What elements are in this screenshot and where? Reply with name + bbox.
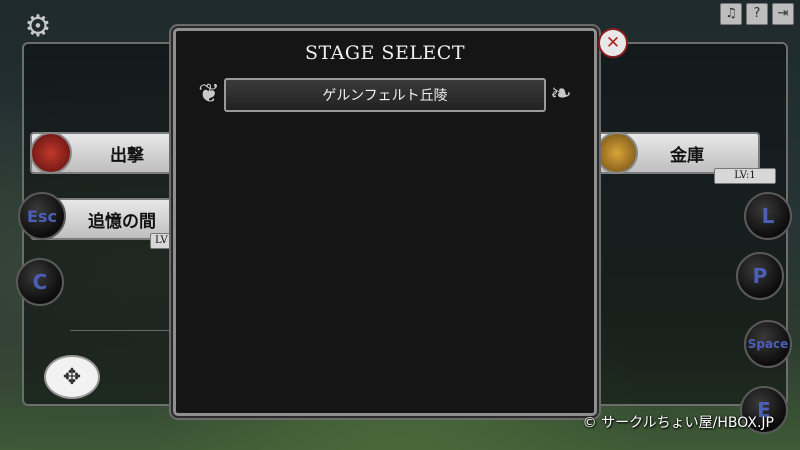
dialog-title: STAGE SELECT: [304, 42, 466, 64]
copyright-text: © サークルちょい屋/HBOX.JP: [582, 415, 774, 431]
close-icon[interactable]: ✕: [598, 28, 628, 58]
esc-button[interactable]: Esc: [18, 192, 66, 240]
sortie-button[interactable]: 出撃: [30, 132, 184, 174]
space-button[interactable]: Space: [744, 320, 792, 368]
memory-level-badge: LV: [150, 233, 173, 249]
coin-icon: [596, 132, 638, 174]
move-handle-icon[interactable]: ✥: [44, 355, 100, 399]
exit-icon[interactable]: ⇥: [772, 3, 794, 25]
stage-select-dialog: STAGE SELECT ❦ ゲルンフェルト丘陵 ❧: [173, 28, 597, 416]
help-icon[interactable]: ?: [746, 3, 768, 25]
vault-label: 金庫: [670, 145, 704, 166]
sortie-icon: [30, 132, 72, 174]
top-right-toolbar: ♫ ? ⇥: [720, 3, 794, 25]
memory-hall-label: 追憶の間: [88, 211, 156, 232]
c-button[interactable]: C: [16, 258, 64, 306]
ornament-right-icon: ❧: [550, 79, 572, 109]
gear-icon[interactable]: ⚙: [22, 11, 54, 43]
sortie-label: 出撃: [110, 145, 144, 166]
stage-item[interactable]: ❦ ゲルンフェルト丘陵 ❧: [198, 78, 572, 112]
stage-item-label: ゲルンフェルト丘陵: [322, 88, 448, 104]
p-button[interactable]: P: [736, 252, 784, 300]
vault-level-badge: LV:1: [714, 168, 776, 184]
ornament-left-icon: ❦: [198, 79, 220, 109]
music-icon[interactable]: ♫: [720, 3, 742, 25]
l-button[interactable]: L: [744, 192, 792, 240]
